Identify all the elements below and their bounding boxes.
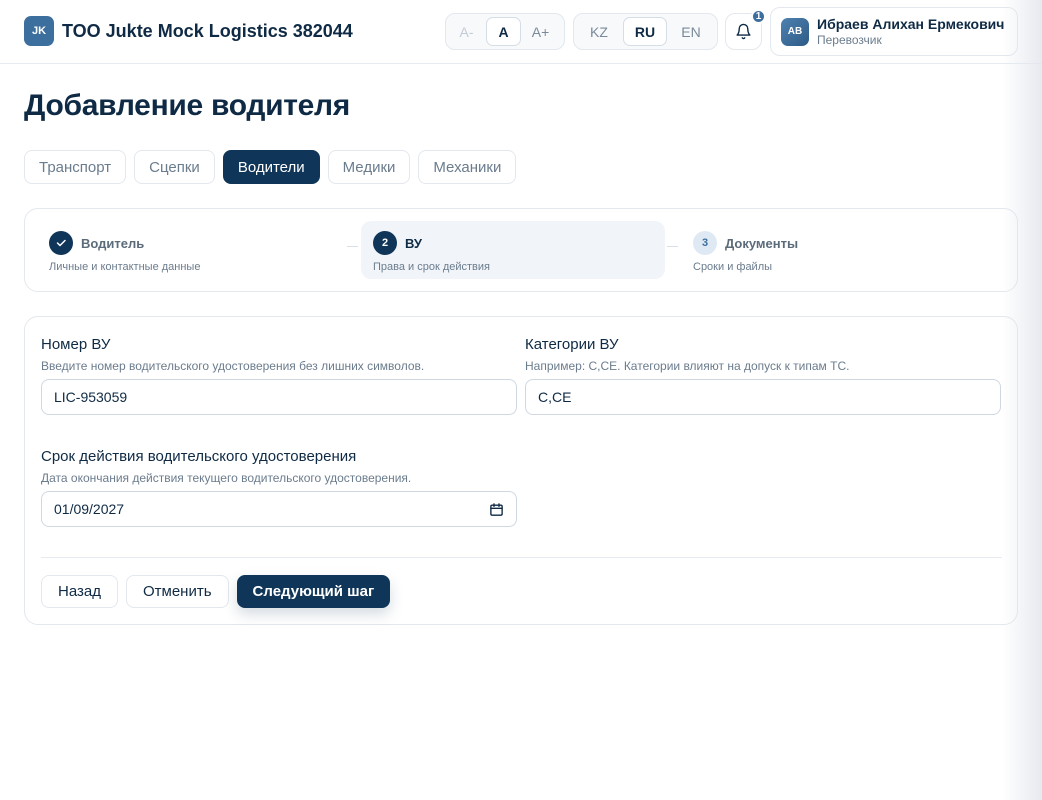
company-name: TOO Jukte Mock Logistics 382044: [62, 20, 353, 41]
step-subtitle: Сроки и файлы: [693, 261, 773, 273]
step-documents[interactable]: 3 Документы Сроки и файлы: [681, 221, 981, 279]
language-switcher: KZ RU EN: [573, 13, 718, 50]
page-title: Добавление водителя: [24, 89, 350, 122]
user-role: Перевозчик: [817, 33, 882, 47]
user-menu[interactable]: AB Ибраев Алихан Ермекович Перевозчик: [770, 7, 1018, 56]
notifications-button[interactable]: 1: [725, 9, 766, 50]
step-title: Водитель: [81, 235, 145, 251]
tab-drivers[interactable]: Водители: [222, 150, 320, 184]
font-increase-button[interactable]: A+: [523, 17, 558, 46]
step-license[interactable]: 2 ВУ Права и срок действия: [361, 221, 665, 279]
lang-en-button[interactable]: EN: [669, 17, 713, 46]
lang-kz-button[interactable]: KZ: [577, 17, 621, 46]
notification-count-badge: 1: [751, 9, 766, 24]
field-label: Категории ВУ: [525, 336, 619, 353]
input-value: LIC-953059: [54, 389, 128, 405]
form-divider: [41, 557, 1002, 558]
calendar-icon[interactable]: [489, 502, 504, 517]
license-form: Номер ВУ Введите номер водительского удо…: [24, 316, 1018, 625]
license-expiry-field-group: Срок действия водительского удостоверени…: [41, 448, 517, 527]
step-connector: [347, 246, 358, 247]
company-logo: JK: [24, 16, 54, 46]
wizard-stepper: Водитель Личные и контактные данные 2 ВУ…: [24, 208, 1018, 292]
tab-trailers[interactable]: Сцепки: [134, 150, 215, 184]
font-size-switcher: A- A A+: [445, 13, 565, 50]
license-number-field-group: Номер ВУ Введите номер водительского удо…: [41, 336, 517, 415]
font-default-button[interactable]: A: [486, 17, 521, 46]
step-subtitle: Права и срок действия: [373, 261, 491, 273]
tab-medics[interactable]: Медики: [327, 150, 411, 184]
bell-icon: [736, 23, 751, 40]
avatar: AB: [781, 17, 809, 46]
lang-ru-button[interactable]: RU: [623, 17, 667, 46]
step-driver[interactable]: Водитель Личные и контактные данные: [37, 221, 337, 279]
license-categories-input[interactable]: C,CE: [525, 379, 1001, 415]
field-help: Например: C,CE. Категории влияют на допу…: [525, 359, 850, 373]
field-help: Дата окончания действия текущего водител…: [41, 471, 412, 485]
step-number: 3: [693, 231, 717, 255]
brand[interactable]: JK TOO Jukte Mock Logistics 382044: [24, 16, 353, 46]
field-label: Номер ВУ: [41, 336, 111, 353]
user-name: Ибраев Алихан Ермекович: [817, 16, 1005, 32]
input-value: 01/09/2027: [54, 501, 125, 517]
input-value: C,CE: [538, 389, 572, 405]
tab-mechanics[interactable]: Механики: [418, 150, 517, 184]
font-decrease-button[interactable]: A-: [449, 17, 484, 46]
cancel-button[interactable]: Отменить: [125, 575, 229, 608]
back-button[interactable]: Назад: [41, 575, 118, 608]
tab-transport[interactable]: Транспорт: [24, 150, 127, 184]
license-number-input[interactable]: LIC-953059: [41, 379, 517, 415]
field-label: Срок действия водительского удостоверени…: [41, 448, 357, 465]
step-number: 2: [373, 231, 397, 255]
step-title: ВУ: [405, 235, 422, 251]
step-title: Документы: [725, 235, 799, 251]
license-expiry-date-input[interactable]: 01/09/2027: [41, 491, 517, 527]
user-info: Ибраев Алихан Ермекович Перевозчик: [817, 16, 1004, 47]
form-actions: Назад Отменить Следующий шаг: [41, 575, 391, 608]
top-header: JK TOO Jukte Mock Logistics 382044 A- A …: [0, 0, 1042, 64]
license-categories-field-group: Категории ВУ Например: C,CE. Категории в…: [525, 336, 1001, 415]
check-icon: [49, 231, 73, 255]
section-tabs: Транспорт Сцепки Водители Медики Механик…: [24, 150, 517, 184]
step-subtitle: Личные и контактные данные: [49, 261, 201, 273]
next-step-button[interactable]: Следующий шаг: [236, 575, 391, 608]
step-connector: [667, 246, 678, 247]
field-help: Введите номер водительского удостоверени…: [41, 359, 425, 373]
